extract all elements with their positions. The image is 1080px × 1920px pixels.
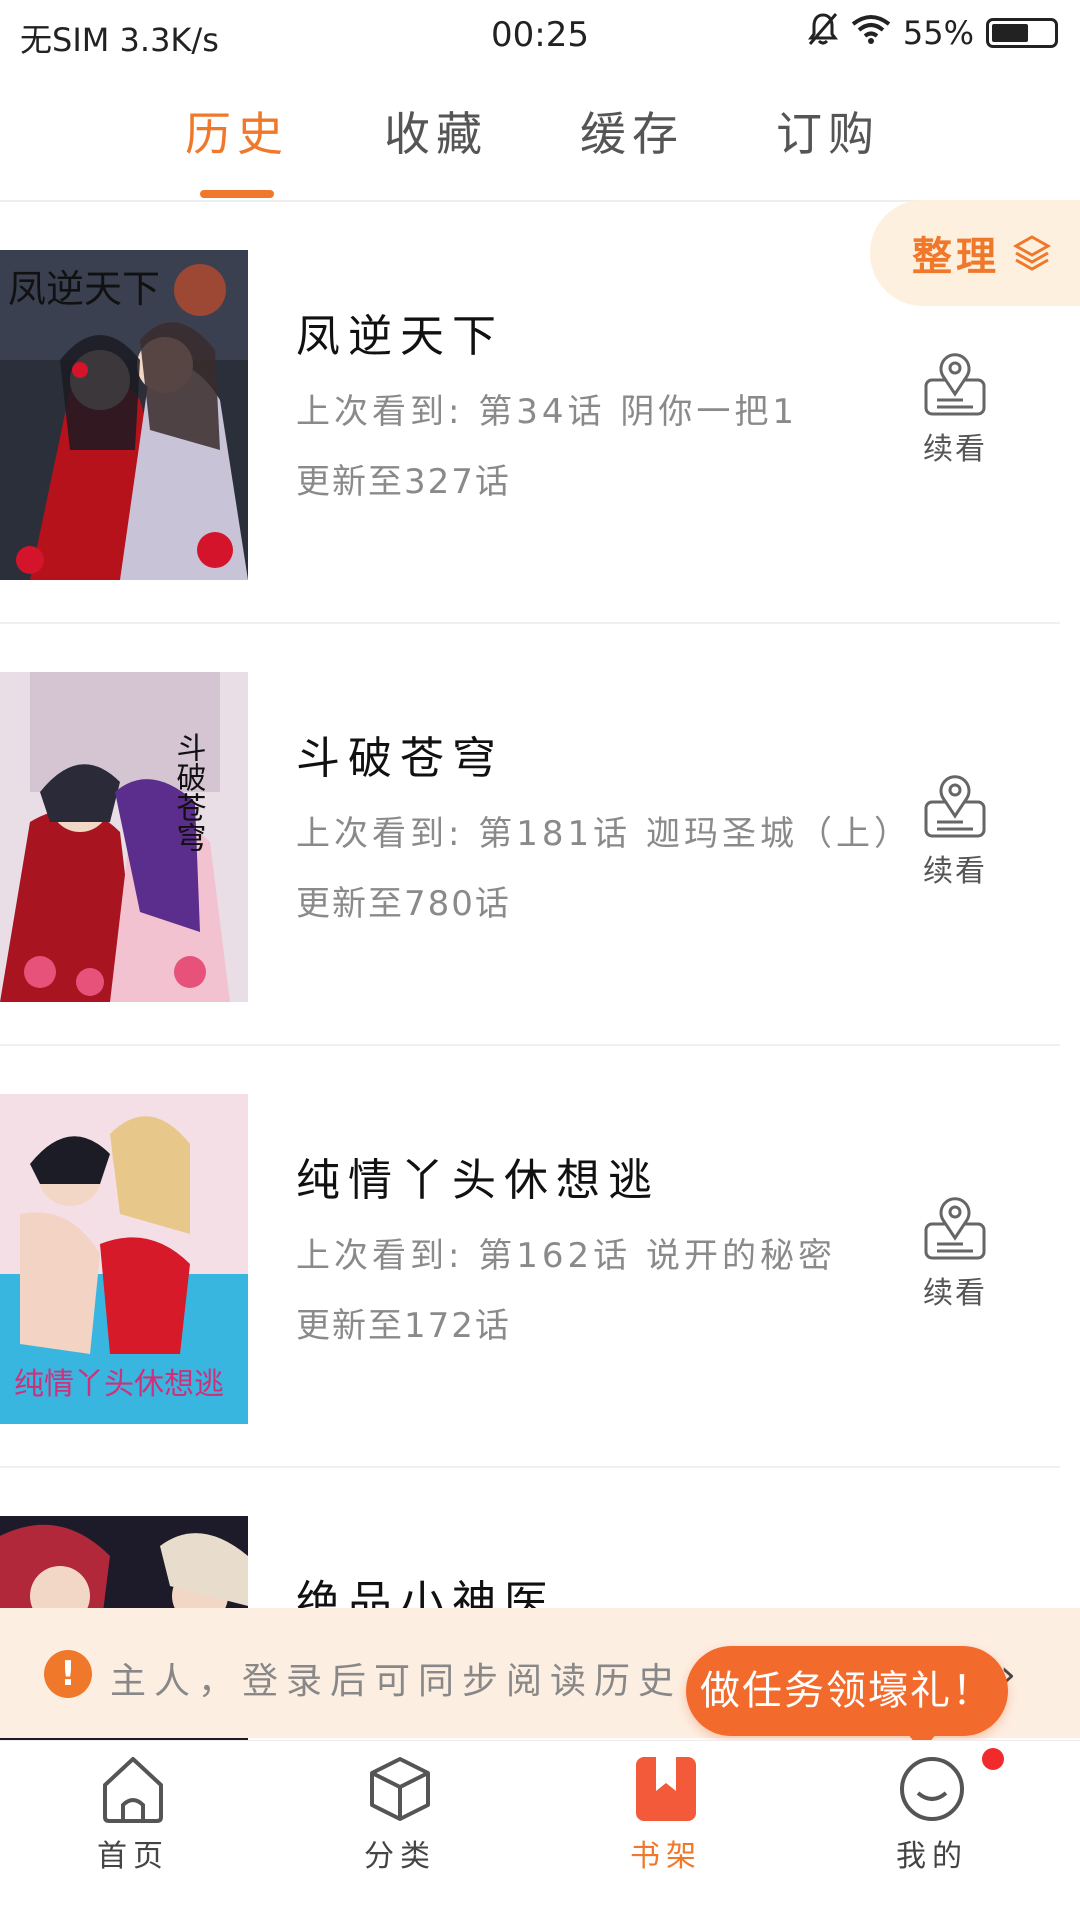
cover-title-art: 斗破苍穹 [171,732,207,852]
battery-icon [986,18,1058,48]
update-status: 更新至327话 [296,462,511,502]
update-status: 更新至172话 [296,1306,511,1346]
continue-label: 续看 [923,1276,987,1311]
continue-pin-icon [924,775,986,838]
nav-category-label: 分类 [364,1839,436,1874]
profile-icon [900,1757,964,1821]
nav-bookshelf-label: 书架 [630,1839,702,1874]
continue-label: 续看 [923,854,987,889]
continue-reading-button[interactable]: 续看 [910,1196,1000,1311]
tab-history[interactable]: 历史 [157,98,317,164]
continue-reading-button[interactable]: 续看 [910,774,1000,889]
comic-cover[interactable]: 斗破苍穹 [0,672,248,1002]
bookshelf-icon [636,1757,696,1821]
layers-icon [1012,235,1052,271]
organize-label: 整理 [912,234,1000,280]
last-read-chapter: 上次看到: 第181话 迦玛圣城（上） [296,814,912,854]
comic-cover[interactable]: 凤逆天下 [0,250,248,580]
cover-title-art: 凤逆天下 [8,267,160,311]
comic-cover[interactable]: 纯情丫头休想逃 [0,1094,248,1424]
organize-button[interactable]: 整理 [870,200,1080,306]
tab-favorites[interactable]: 收藏 [356,98,516,164]
continue-pin-icon [924,353,986,416]
comic-list-item[interactable]: 斗破苍穹 斗破苍穹 上次看到: 第181话 迦玛圣城（上） 更新至780话 续看 [0,624,1060,1046]
battery-percent: 55% [902,14,974,52]
cube-icon [370,1757,430,1821]
warning-icon: ! [44,1650,92,1698]
task-reward-button[interactable]: 做任务领壕礼！ [686,1646,1008,1752]
tab-bar: 历史 收藏 缓存 订购 [0,80,1080,202]
comic-list-item[interactable]: 纯情丫头休想逃 纯情丫头休想逃 上次看到: 第162话 说开的秘密 更新至172… [0,1046,1060,1468]
tab-subscriptions[interactable]: 订购 [748,98,908,164]
update-status: 更新至780话 [296,884,511,924]
nav-home[interactable]: 首页 [53,1755,213,1875]
nav-bookshelf[interactable]: 书架 [586,1755,746,1875]
battery-level [992,24,1029,42]
comic-title: 纯情丫头休想逃 [296,1155,660,1206]
last-read-chapter: 上次看到: 第34话 阴你一把1 [296,392,798,432]
nav-profile[interactable]: 我的 [852,1755,1012,1875]
tab-cache[interactable]: 缓存 [552,98,712,164]
active-tab-indicator [200,190,274,198]
status-icons: 55% [807,12,1058,54]
last-read-chapter: 上次看到: 第162话 说开的秘密 [296,1236,836,1276]
nav-home-label: 首页 [97,1839,169,1874]
home-icon [103,1757,163,1823]
continue-pin-icon [924,1197,986,1260]
status-bar: 无SIM 3.3K/s 00:25 55% [0,0,1080,72]
comic-title: 凤逆天下 [296,311,504,362]
bottom-nav: 首页 分类 书架 我的 [0,1740,1080,1920]
mute-bell-icon [807,12,839,54]
login-prompt-text: 主人，登录后可同步阅读历史 [110,1661,683,1702]
nav-profile-label: 我的 [896,1839,968,1874]
comic-title: 斗破苍穹 [296,733,504,784]
nav-category[interactable]: 分类 [320,1755,480,1875]
continue-reading-button[interactable]: 续看 [910,352,1000,467]
continue-label: 续看 [923,432,987,467]
wifi-icon [851,14,891,52]
app-root: 无SIM 3.3K/s 00:25 55% 历史 收藏 缓存 订购 凤逆天下 凤… [0,0,1080,1920]
login-sync-banner[interactable]: ! 主人，登录后可同步阅读历史 › 做任务领壕礼！ [0,1608,1080,1752]
notification-dot [982,1748,1004,1770]
cover-title-art: 纯情丫头休想逃 [14,1367,224,1402]
